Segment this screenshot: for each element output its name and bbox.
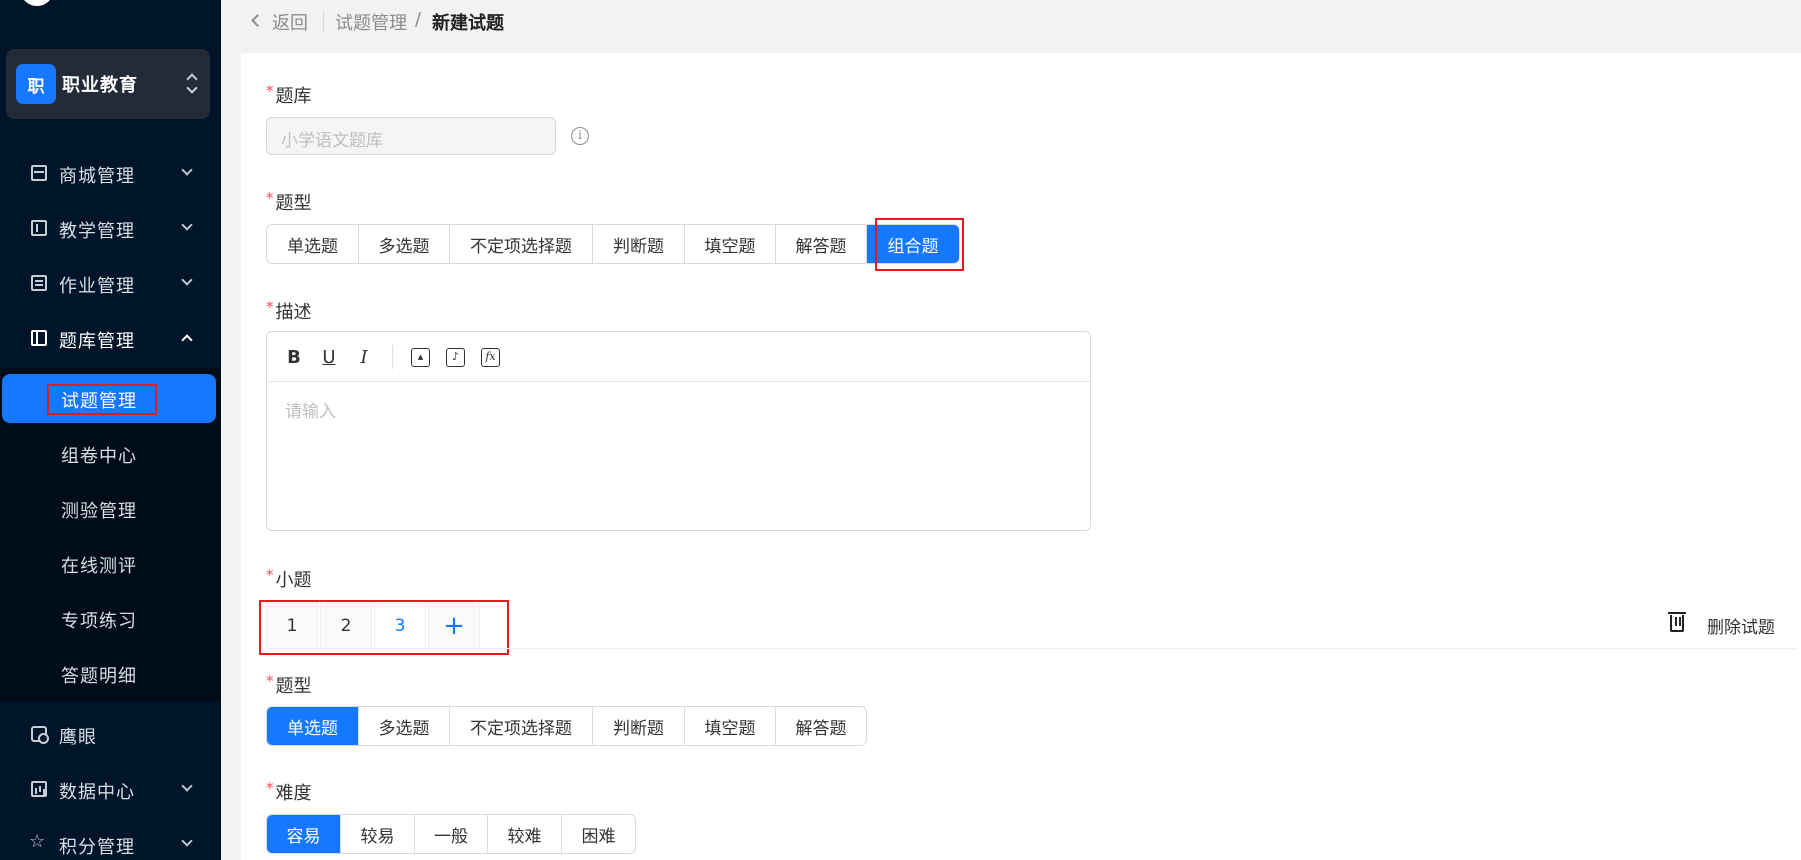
highlight-box	[259, 600, 509, 655]
submenu-item-answer-detail[interactable]: 答题明细	[0, 649, 221, 697]
sub-type-option[interactable]: 多选题	[359, 707, 450, 745]
sub-type-option[interactable]: 判断题	[593, 707, 685, 745]
sort-caret-icon	[186, 71, 196, 97]
type-option[interactable]: 解答题	[776, 225, 867, 263]
org-badge: 职	[16, 64, 56, 104]
submenu-item-paper-builder[interactable]: 组卷中心	[0, 429, 221, 477]
submenu-item-label: 在线测评	[61, 556, 137, 577]
editor-placeholder[interactable]: 请输入	[285, 397, 336, 422]
breadcrumb-separator: /	[415, 9, 422, 30]
submenu-item-label: 专项练习	[61, 611, 137, 632]
chevron-up-icon	[181, 334, 193, 346]
sub-type-option-selected[interactable]: 单选题	[267, 707, 359, 745]
menu-item-label: 积分管理	[59, 837, 135, 858]
breadcrumb-parent[interactable]: 试题管理	[335, 9, 407, 35]
menu-item-eagle-eye[interactable]: 鹰眼	[0, 710, 221, 758]
org-name: 职业教育	[62, 75, 138, 96]
menu-item-teaching[interactable]: 教学管理	[0, 204, 221, 252]
logo	[20, 0, 54, 6]
info-icon[interactable]: i	[571, 127, 589, 145]
sub-question-type-selector: 单选题 多选题 不定项选择题 判断题 填空题 解答题	[266, 706, 867, 746]
eye-monitor-icon	[31, 726, 49, 744]
submenu-item-quiz[interactable]: 测验管理	[0, 484, 221, 532]
toolbar-divider	[392, 345, 393, 369]
breadcrumb-divider	[323, 10, 324, 32]
chevron-down-icon	[181, 164, 193, 176]
menu-item-label: 题库管理	[59, 331, 135, 352]
menu-item-homework[interactable]: 作业管理	[0, 259, 221, 307]
tabs-divider	[266, 648, 1796, 649]
difficulty-option[interactable]: 较难	[488, 815, 562, 853]
difficulty-option-selected[interactable]: 容易	[267, 815, 341, 853]
submenu-item-label: 测验管理	[61, 501, 137, 522]
bold-button[interactable]: B	[283, 347, 305, 369]
document-icon	[31, 275, 47, 291]
star-icon: ☆	[29, 831, 46, 852]
editor-toolbar: B U I ▴ ♪ fx	[267, 332, 1090, 382]
app-root: 职 职业教育 商城管理 教学管理 作业管理 题库管理 试题管理 组卷中心 测验管…	[0, 0, 1801, 860]
submenu-item-practice[interactable]: 专项练习	[0, 594, 221, 642]
sub-type-label: * 题型	[266, 672, 312, 697]
type-option[interactable]: 填空题	[685, 225, 776, 263]
italic-button[interactable]: I	[353, 347, 375, 369]
sub-type-option[interactable]: 填空题	[685, 707, 776, 745]
difficulty-label: * 难度	[266, 779, 312, 804]
description-editor: B U I ▴ ♪ fx 请输入	[266, 331, 1091, 531]
underline-button[interactable]: U	[318, 347, 340, 369]
highlight-box	[47, 384, 157, 415]
description-label: * 描述	[266, 298, 312, 323]
difficulty-selector: 容易 较易 一般 较难 困难	[266, 814, 636, 854]
sub-type-option[interactable]: 不定项选择题	[450, 707, 593, 745]
chevron-down-icon	[181, 274, 193, 286]
audio-icon[interactable]: ♪	[446, 348, 465, 367]
chevron-down-icon	[181, 780, 193, 792]
bank-input: 小学语文题库	[266, 117, 556, 155]
formula-icon[interactable]: fx	[481, 348, 500, 367]
difficulty-option[interactable]: 较易	[341, 815, 415, 853]
book-icon	[31, 220, 47, 236]
breadcrumb-current: 新建试题	[432, 13, 504, 34]
menu-item-shop[interactable]: 商城管理	[0, 149, 221, 197]
question-type-selector: 单选题 多选题 不定项选择题 判断题 填空题 解答题 组合题	[266, 224, 960, 264]
sub-type-option[interactable]: 解答题	[776, 707, 866, 745]
type-option[interactable]: 单选题	[267, 225, 359, 263]
back-button[interactable]: 返回	[272, 9, 308, 35]
menu-item-points[interactable]: ☆ 积分管理	[0, 820, 221, 860]
delete-question-label: 删除试题	[1707, 618, 1775, 638]
type-label: * 题型	[266, 189, 312, 214]
shop-icon	[31, 165, 47, 181]
library-icon	[31, 330, 47, 346]
type-option[interactable]: 不定项选择题	[450, 225, 593, 263]
submenu-item-online-eval[interactable]: 在线测评	[0, 539, 221, 587]
sidebar: 职 职业教育 商城管理 教学管理 作业管理 题库管理 试题管理 组卷中心 测验管…	[0, 0, 221, 860]
menu-item-label: 商城管理	[59, 166, 135, 187]
menu-item-label: 作业管理	[59, 276, 135, 297]
menu-item-question-bank[interactable]: 题库管理	[0, 314, 221, 362]
submenu-item-label: 答题明细	[61, 666, 137, 687]
image-icon[interactable]: ▴	[411, 348, 430, 367]
menu-item-label: 鹰眼	[59, 727, 97, 748]
chevron-down-icon	[181, 219, 193, 231]
difficulty-option[interactable]: 困难	[562, 815, 635, 853]
chart-icon	[31, 781, 47, 797]
type-option[interactable]: 判断题	[593, 225, 685, 263]
bank-label: * 题库	[266, 82, 312, 107]
highlight-box	[875, 218, 964, 271]
subquestions-label: * 小题	[266, 566, 312, 591]
trash-icon	[1668, 612, 1686, 632]
menu-item-label: 教学管理	[59, 221, 135, 242]
menu-item-label: 数据中心	[59, 782, 135, 803]
menu-item-data-center[interactable]: 数据中心	[0, 765, 221, 813]
org-switcher[interactable]: 职 职业教育	[6, 49, 210, 119]
chevron-down-icon	[181, 835, 193, 847]
type-option[interactable]: 多选题	[359, 225, 450, 263]
difficulty-option[interactable]: 一般	[415, 815, 488, 853]
submenu-item-label: 组卷中心	[61, 446, 137, 467]
